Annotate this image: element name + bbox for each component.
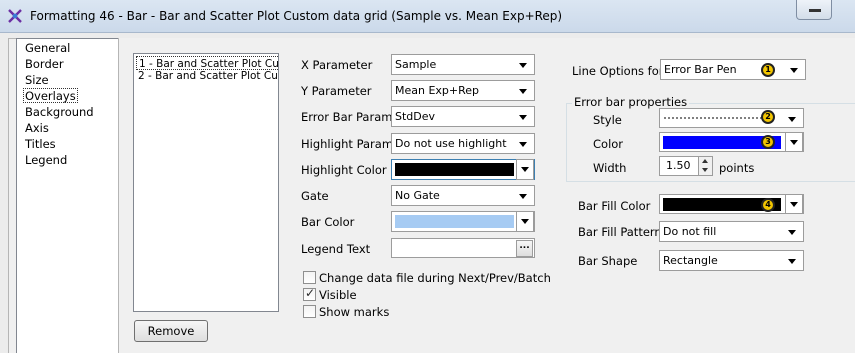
title-bar: Formatting 46 - Bar - Bar and Scatter Pl…	[0, 0, 855, 33]
chevron-down-icon	[519, 115, 527, 120]
visible-label: Visible	[319, 288, 357, 302]
error-bar-param-select[interactable]: StdDev	[391, 106, 535, 127]
error-color-dropdown[interactable]	[785, 132, 803, 152]
highlight-param-label: Highlight Param	[301, 137, 394, 151]
highlight-color-swatch	[394, 162, 515, 177]
callout-badge-4: 4	[761, 198, 775, 212]
error-color-label: Color	[593, 137, 624, 151]
arrow-up-icon	[702, 159, 708, 163]
gate-value: No Gate	[395, 189, 440, 202]
change-data-file-checkbox[interactable]	[303, 271, 316, 284]
chevron-down-icon	[790, 140, 798, 145]
nav-item-size[interactable]: Size	[24, 73, 50, 88]
error-bar-param-label: Error Bar Param	[301, 110, 393, 124]
legend-text-field[interactable]: ...	[391, 238, 535, 258]
line-options-label: Line Options for:	[572, 64, 668, 78]
dashed-line-icon	[664, 117, 764, 119]
chevron-down-icon	[788, 259, 796, 264]
y-parameter-value: Mean Exp+Rep	[395, 84, 480, 97]
y-parameter-label: Y Parameter	[301, 84, 372, 98]
chevron-down-icon	[519, 89, 527, 94]
checkmark-icon: ✓	[305, 286, 316, 300]
overlay-list[interactable]: 1 - Bar and Scatter Plot Custo 2 - Bar a…	[133, 53, 279, 312]
chevron-down-icon	[521, 219, 529, 224]
highlight-color-picker[interactable]	[391, 159, 535, 180]
callout-badge-2: 2	[761, 110, 775, 124]
style-label: Style	[593, 113, 622, 127]
visible-checkbox[interactable]: ✓	[303, 286, 316, 301]
nav-item-background[interactable]: Background	[24, 105, 95, 120]
chevron-down-icon	[519, 63, 527, 68]
gate-select[interactable]: No Gate	[391, 185, 535, 206]
show-marks-label: Show marks	[319, 305, 390, 319]
highlight-color-dropdown[interactable]	[516, 159, 534, 180]
remove-button[interactable]: Remove	[134, 320, 208, 342]
bar-color-picker[interactable]	[391, 211, 535, 232]
x-parameter-select[interactable]: Sample	[391, 54, 535, 75]
chevron-down-icon	[790, 202, 798, 207]
app-logo-icon	[8, 9, 22, 23]
highlight-param-value: Do not use highlight	[395, 137, 507, 150]
width-spinner[interactable]: 1.50	[659, 156, 713, 176]
width-label: Width	[593, 161, 627, 175]
overlay-item-1[interactable]: 1 - Bar and Scatter Plot Custo	[136, 56, 278, 70]
x-parameter-label: X Parameter	[301, 58, 373, 72]
nav-item-axis[interactable]: Axis	[24, 121, 50, 136]
minimize-button[interactable]	[796, 0, 832, 20]
line-style-select[interactable]	[659, 108, 804, 128]
bar-fill-color-picker[interactable]	[659, 194, 804, 214]
nav-item-overlays[interactable]: Overlays	[23, 88, 78, 103]
chevron-down-icon	[788, 117, 796, 122]
line-options-value: Error Bar Pen	[664, 63, 737, 76]
nav-item-titles[interactable]: Titles	[24, 137, 57, 152]
y-parameter-select[interactable]: Mean Exp+Rep	[391, 80, 535, 101]
error-color-picker[interactable]	[659, 132, 804, 152]
callout-badge-3: 3	[761, 135, 775, 149]
nav-item-border[interactable]: Border	[24, 57, 65, 72]
bar-fill-pattern-select[interactable]: Do not fill	[659, 221, 804, 242]
nav-item-general[interactable]: General	[24, 41, 71, 56]
chevron-down-icon	[519, 142, 527, 147]
bar-fill-pattern-value: Do not fill	[663, 225, 717, 238]
spin-up-button[interactable]	[698, 157, 712, 166]
show-marks-checkbox[interactable]	[303, 305, 316, 318]
bar-shape-value: Rectangle	[663, 254, 718, 267]
bar-color-dropdown[interactable]	[516, 211, 534, 232]
change-data-file-label: Change data file during Next/Prev/Batch	[319, 271, 551, 285]
width-value: 1.50	[666, 159, 691, 172]
chevron-down-icon	[788, 230, 796, 235]
highlight-param-select[interactable]: Do not use highlight	[391, 133, 535, 154]
bar-shape-label: Bar Shape	[578, 254, 638, 268]
bar-fill-color-dropdown[interactable]	[785, 194, 803, 214]
error-bar-param-value: StdDev	[395, 110, 436, 123]
chevron-down-icon	[519, 194, 527, 199]
gate-label: Gate	[301, 189, 329, 203]
spin-down-button[interactable]	[698, 166, 712, 175]
highlight-color-label: Highlight Color	[301, 163, 387, 177]
chevron-down-icon	[521, 167, 529, 172]
window-title: Formatting 46 - Bar - Bar and Scatter Pl…	[30, 9, 563, 23]
minimize-icon	[809, 9, 821, 12]
arrow-down-icon	[702, 168, 708, 172]
width-unit: points	[719, 161, 755, 175]
x-parameter-value: Sample	[395, 58, 437, 71]
callout-badge-1: 1	[761, 63, 775, 77]
bar-shape-select[interactable]: Rectangle	[659, 250, 804, 271]
error-bar-properties-title: Error bar properties	[572, 95, 690, 109]
bar-fill-color-label: Bar Fill Color	[578, 199, 651, 213]
legend-text-label: Legend Text	[301, 242, 371, 256]
section-list[interactable]: General Border Size Overlays Background …	[16, 38, 119, 353]
chevron-down-icon	[790, 68, 798, 73]
bar-color-swatch	[395, 215, 514, 228]
bar-color-label: Bar Color	[301, 215, 355, 229]
overlay-item-2[interactable]: 2 - Bar and Scatter Plot Custo	[136, 69, 278, 83]
nav-item-legend[interactable]: Legend	[24, 153, 68, 168]
line-options-select[interactable]: Error Bar Pen	[660, 59, 806, 80]
bar-fill-pattern-label: Bar Fill Pattern	[578, 225, 662, 239]
legend-text-browse-button[interactable]: ...	[516, 240, 533, 257]
